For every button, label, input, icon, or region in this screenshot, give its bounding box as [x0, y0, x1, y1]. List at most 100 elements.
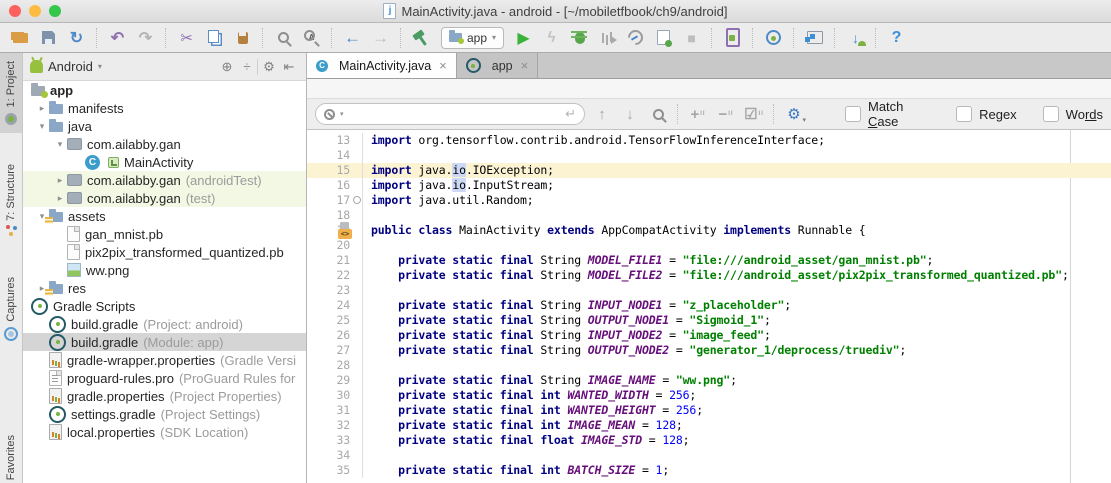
stop-icon[interactable]: ■ — [679, 26, 704, 50]
code-line[interactable]: 24 private static final String INPUT_NOD… — [307, 298, 1111, 313]
tree-item[interactable]: ▸ com.ailabby.gan (androidTest) — [23, 171, 306, 189]
undo-icon[interactable]: ↶ — [105, 26, 130, 50]
tree-item[interactable]: ▾ java — [23, 117, 306, 135]
tree-item[interactable]: build.gradle (Project: android) — [23, 315, 306, 333]
gradle-sync-icon[interactable] — [761, 26, 786, 50]
tree-item[interactable]: local.properties (SDK Location) — [23, 423, 306, 441]
add-occurrence-icon[interactable]: + — [685, 102, 711, 126]
close-tab-icon[interactable]: × — [521, 58, 529, 73]
run-icon[interactable]: ▶ — [511, 26, 536, 50]
replace-icon[interactable]: A — [299, 26, 324, 50]
tree-item[interactable]: gradle-wrapper.properties (Gradle Versi — [23, 351, 306, 369]
chevron-down-icon[interactable]: ▾ — [53, 139, 67, 150]
chevron-right-icon[interactable]: ▸ — [35, 103, 49, 114]
code-line[interactable]: 29 private static final String IMAGE_NAM… — [307, 373, 1111, 388]
copy-icon[interactable] — [202, 26, 227, 50]
tree-item[interactable]: MainActivity — [23, 153, 306, 171]
tree-item[interactable]: ▾ assets — [23, 207, 306, 225]
code-line[interactable]: 25 private static final String OUTPUT_NO… — [307, 313, 1111, 328]
next-occurrence-icon[interactable]: ↓ — [617, 102, 643, 126]
match-case-checkbox-box[interactable] — [845, 106, 861, 122]
tree-item[interactable]: ▸ com.ailabby.gan (test) — [23, 189, 306, 207]
avd-manager-icon[interactable] — [720, 26, 745, 50]
code-line[interactable]: 21 private static final String MODEL_FIL… — [307, 253, 1111, 268]
code-line[interactable]: 30 private static final int WANTED_WIDTH… — [307, 388, 1111, 403]
attach-android-icon[interactable]: ↓ — [843, 26, 868, 50]
words-checkbox-box[interactable] — [1042, 106, 1059, 122]
code-line[interactable]: 19 public class MainActivity extends AppC… — [307, 222, 1111, 239]
code-line[interactable]: 28 — [307, 358, 1111, 373]
tab-mainactivity-java[interactable]: MainActivity.java × — [307, 53, 457, 78]
tree-item[interactable]: gradle.properties (Project Properties) — [23, 387, 306, 405]
tree-item[interactable]: app — [23, 81, 306, 99]
help-icon[interactable]: ? — [884, 26, 909, 50]
attach-debugger-icon[interactable] — [651, 26, 676, 50]
profiler-icon[interactable] — [623, 26, 648, 50]
find-icon[interactable] — [271, 26, 296, 50]
code-line[interactable]: 18 — [307, 208, 1111, 223]
cut-icon[interactable]: ✂ — [174, 26, 199, 50]
regex-checkbox-box[interactable] — [956, 106, 973, 122]
code-line[interactable]: 35 private static final int BATCH_SIZE =… — [307, 463, 1111, 478]
tree-item[interactable]: pix2pix_transformed_quantized.pb — [23, 243, 306, 261]
code-editor[interactable]: 13 import org.tensorflow.contrib.android.… — [307, 130, 1111, 483]
code-line[interactable]: 27 private static final String OUTPUT_NO… — [307, 343, 1111, 358]
minimize-window-icon[interactable] — [29, 5, 41, 17]
code-line[interactable]: 16 import java.io.InputStream; — [307, 178, 1111, 193]
code-line[interactable]: 34 — [307, 448, 1111, 463]
chevron-down-icon[interactable]: ▾ — [35, 121, 49, 132]
tool-button-structure[interactable]: 7: Structure — [0, 155, 22, 245]
tab-app[interactable]: app × — [456, 53, 539, 78]
code-line[interactable]: 26 private static final String INPUT_NOD… — [307, 328, 1111, 343]
open-icon[interactable] — [8, 26, 33, 50]
sync-icon[interactable]: ↻ — [64, 26, 89, 50]
tree-item[interactable]: proguard-rules.pro (ProGuard Rules for — [23, 369, 306, 387]
code-line[interactable]: 23 — [307, 283, 1111, 298]
tool-button-captures[interactable]: Captures — [0, 267, 22, 351]
project-view-selector[interactable]: Android — [48, 59, 93, 74]
remove-occurrence-icon[interactable]: − — [713, 102, 739, 126]
profile-icon[interactable] — [595, 26, 620, 50]
tree-item[interactable]: gan_mnist.pb — [23, 225, 306, 243]
sdk-manager-icon[interactable] — [802, 26, 827, 50]
match-case-checkbox[interactable]: Match Case — [845, 99, 930, 129]
words-checkbox[interactable]: Words — [1042, 106, 1103, 122]
close-tab-icon[interactable]: × — [439, 58, 447, 73]
code-line[interactable]: 22 private static final String MODEL_FIL… — [307, 268, 1111, 283]
tree-item[interactable]: ww.png — [23, 261, 306, 279]
code-line[interactable]: 13 import org.tensorflow.contrib.android.… — [307, 133, 1111, 148]
code-line[interactable]: 20 — [307, 238, 1111, 253]
apply-changes-icon[interactable]: ϟ — [539, 26, 564, 50]
code-line[interactable]: 33 private static final float IMAGE_STD … — [307, 433, 1111, 448]
previous-occurrence-icon[interactable]: ↑ — [589, 102, 615, 126]
close-window-icon[interactable] — [9, 5, 21, 17]
find-all-icon[interactable] — [645, 102, 671, 126]
search-history-chevron-icon[interactable]: ▾ — [340, 110, 344, 118]
code-line[interactable]: 31 private static final int WANTED_HEIGH… — [307, 403, 1111, 418]
tool-button-favorites[interactable]: Favorites — [0, 433, 22, 483]
select-all-occurrences-icon[interactable]: ☑ — [741, 102, 767, 126]
redo-icon[interactable]: ↷ — [133, 26, 158, 50]
settings-gear-icon[interactable]: ⚙ — [259, 59, 279, 75]
code-line[interactable]: 15 import java.io.IOException; — [307, 163, 1111, 178]
zoom-window-icon[interactable] — [49, 5, 61, 17]
locate-file-icon[interactable]: ⊕ — [217, 59, 237, 75]
tree-item[interactable]: Gradle Scripts — [23, 297, 306, 315]
code-line[interactable]: 14 — [307, 148, 1111, 163]
fold-marker-icon[interactable] — [353, 196, 361, 204]
run-configuration-select[interactable]: app ▾ — [441, 26, 505, 49]
chevron-down-icon[interactable]: ▾ — [98, 62, 102, 71]
tree-item[interactable]: ▸ res — [23, 279, 306, 297]
paste-icon[interactable] — [230, 26, 255, 50]
forward-icon[interactable]: → — [368, 26, 393, 50]
tree-item[interactable]: build.gradle (Module: app) — [23, 333, 306, 351]
collapse-all-icon[interactable]: ÷ — [237, 59, 257, 74]
regex-checkbox[interactable]: Regex — [956, 106, 1017, 122]
chevron-right-icon[interactable]: ▸ — [53, 175, 67, 186]
save-all-icon[interactable] — [36, 26, 61, 50]
gutter-class-marker-icon[interactable] — [340, 222, 349, 229]
code-line[interactable]: 17 import java.util.Random; — [307, 193, 1111, 208]
debug-icon[interactable] — [567, 26, 592, 50]
back-icon[interactable]: ← — [340, 26, 365, 50]
tool-button-project[interactable]: 1: Project — [0, 53, 22, 133]
